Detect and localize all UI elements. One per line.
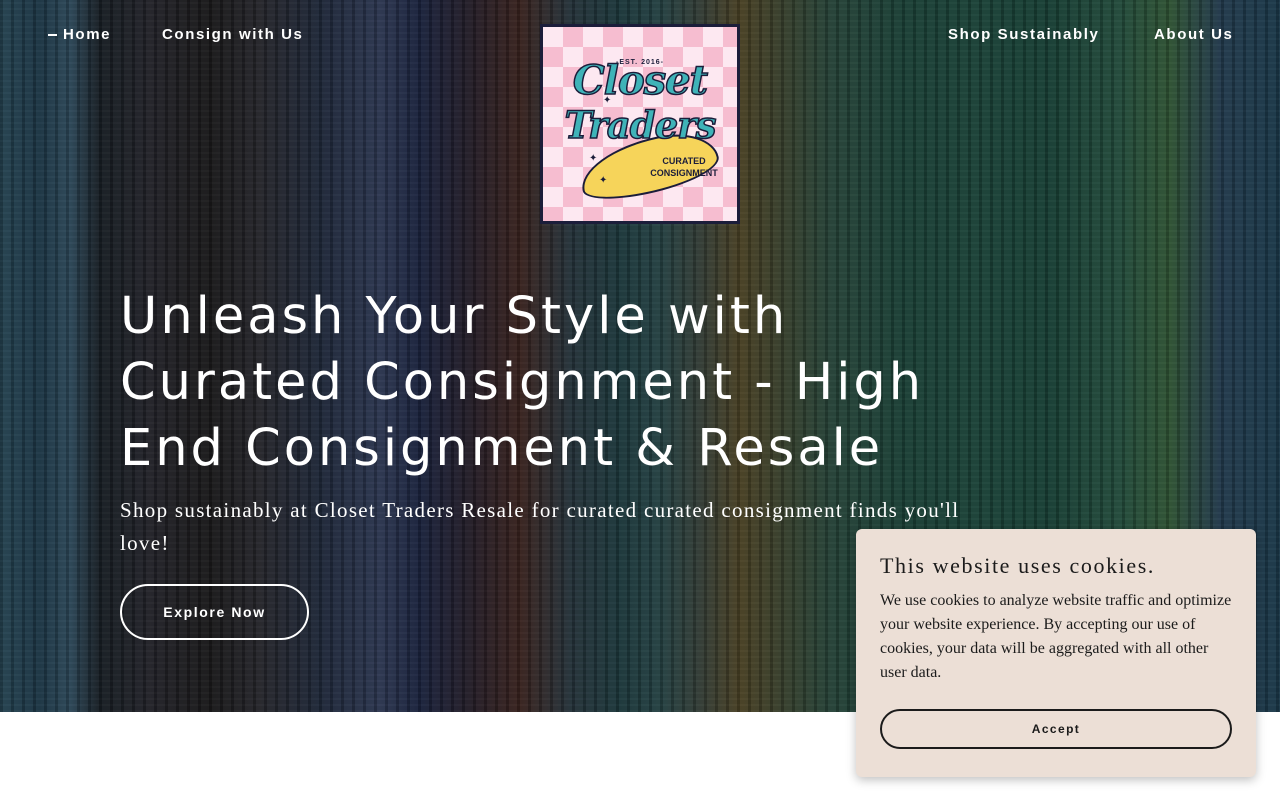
cookie-body: We use cookies to analyze website traffi… bbox=[880, 592, 1232, 681]
nav-consign-link[interactable]: Consign with Us bbox=[162, 26, 304, 43]
explore-now-button[interactable]: Explore Now bbox=[120, 584, 309, 640]
nav-shop-link[interactable]: Shop Sustainably bbox=[948, 26, 1099, 43]
sparkle-icon: ✦ bbox=[589, 153, 598, 164]
sparkle-icon: ✦ bbox=[599, 175, 608, 186]
logo-word-closet: Closet bbox=[572, 56, 709, 105]
cookie-accept-button[interactable]: Accept bbox=[880, 709, 1232, 749]
cookie-title: This website uses cookies. bbox=[880, 553, 1156, 578]
logo-subtitle: CURATED CONSIGNMENT bbox=[650, 156, 718, 178]
active-indicator bbox=[48, 33, 57, 36]
sparkle-icon: ✦ bbox=[603, 95, 612, 106]
nav-home-link[interactable]: Home bbox=[48, 26, 111, 43]
logo-word-traders: Traders bbox=[564, 102, 718, 148]
nav-home-label: Home bbox=[63, 26, 112, 43]
nav-about-link[interactable]: About Us bbox=[1154, 26, 1233, 43]
site-logo[interactable]: -EST. 2016- Closet Traders CURATED CONSI… bbox=[540, 24, 740, 224]
cookie-banner: This website uses cookies. We use cookie… bbox=[856, 529, 1256, 777]
hero-title: Unleash Your Style with Curated Consignm… bbox=[120, 287, 925, 478]
